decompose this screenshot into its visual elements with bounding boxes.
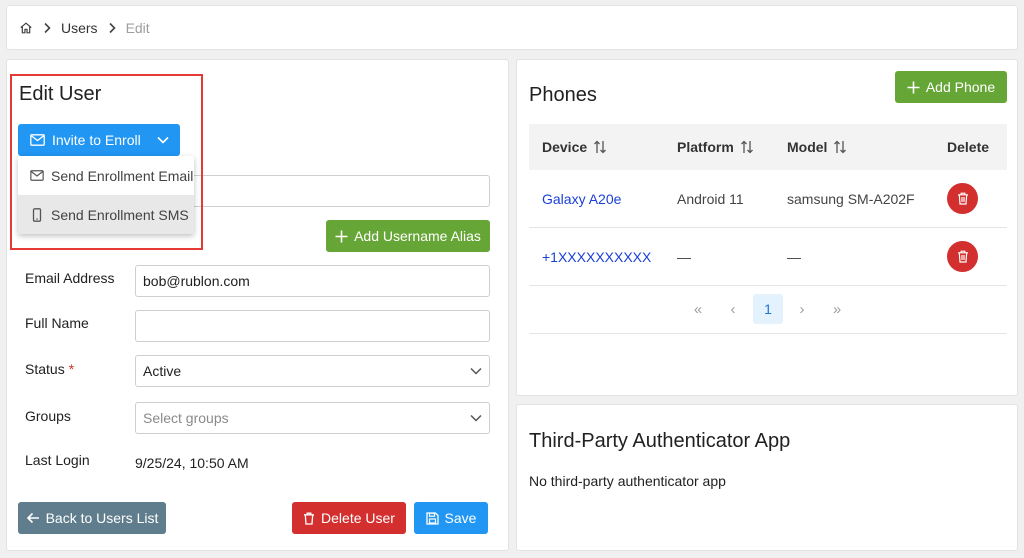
- delete-phone-button[interactable]: [947, 241, 978, 272]
- third-party-empty-text: No third-party authenticator app: [529, 473, 726, 489]
- column-platform[interactable]: Platform: [677, 139, 754, 155]
- delete-user-button[interactable]: Delete User: [292, 502, 406, 534]
- last-login-label: Last Login: [25, 452, 90, 468]
- plus-icon: [907, 81, 920, 94]
- save-button[interactable]: Save: [414, 502, 488, 534]
- table-row: Galaxy A20e Android 11 samsung SM-A202F: [529, 170, 1007, 228]
- save-icon: [425, 511, 439, 525]
- chevron-down-icon[interactable]: [146, 124, 180, 156]
- breadcrumb-users[interactable]: Users: [61, 20, 98, 36]
- save-label: Save: [444, 510, 477, 526]
- breadcrumb: Users Edit: [6, 5, 1018, 50]
- column-model-label: Model: [787, 139, 828, 155]
- phones-card: Phones Add Phone Device Platform Model D…: [516, 59, 1018, 396]
- send-enrollment-email-item[interactable]: Send Enrollment Email: [18, 156, 194, 195]
- status-value: Active: [143, 363, 182, 379]
- column-device-label: Device: [542, 139, 588, 155]
- invite-main[interactable]: Invite to Enroll: [18, 124, 146, 156]
- full-name-field[interactable]: [135, 310, 490, 342]
- chevron-right-icon: [107, 22, 117, 34]
- column-delete: Delete: [947, 139, 990, 155]
- invite-dropdown-menu: Send Enrollment Email Send Enrollment SM…: [18, 156, 194, 234]
- add-alias-label: Add Username Alias: [354, 228, 481, 244]
- column-device[interactable]: Device: [542, 139, 607, 155]
- status-label: Status *: [25, 361, 74, 377]
- groups-placeholder: Select groups: [143, 410, 229, 426]
- prev-page-button[interactable]: ‹: [718, 294, 748, 324]
- last-login-value: 9/25/24, 10:50 AM: [135, 455, 249, 471]
- phones-title: Phones: [529, 84, 597, 106]
- home-icon[interactable]: [19, 21, 33, 35]
- arrow-left-icon: [26, 512, 40, 524]
- status-label-text: Status: [25, 361, 65, 377]
- device-link[interactable]: +1XXXXXXXXXX: [542, 249, 651, 265]
- dropdown-item-label: Send Enrollment SMS: [51, 206, 189, 223]
- groups-select[interactable]: Select groups: [135, 402, 490, 434]
- last-page-button[interactable]: »: [822, 294, 852, 324]
- back-to-users-list-button[interactable]: Back to Users List: [18, 502, 166, 534]
- email-value: bob@rublon.com: [143, 273, 250, 289]
- trash-icon: [957, 192, 969, 205]
- invite-label: Invite to Enroll: [52, 132, 141, 148]
- pagination: « ‹ 1 › »: [529, 286, 1007, 334]
- delete-label: Delete User: [321, 510, 395, 526]
- plus-icon: [335, 230, 348, 243]
- next-page-button[interactable]: ›: [787, 294, 817, 324]
- third-party-title: Third-Party Authenticator App: [529, 430, 791, 452]
- chevron-down-icon: [470, 367, 482, 375]
- first-page-button[interactable]: «: [683, 294, 713, 324]
- add-phone-label: Add Phone: [925, 79, 996, 95]
- platform-cell: —: [677, 248, 691, 265]
- sort-icon: [740, 140, 754, 154]
- model-cell: samsung SM-A202F: [787, 190, 915, 207]
- dropdown-item-label: Send Enrollment Email: [51, 167, 194, 184]
- sort-icon: [833, 140, 847, 154]
- column-platform-label: Platform: [677, 139, 734, 155]
- chevron-right-icon: [42, 22, 52, 34]
- trash-icon: [957, 250, 969, 263]
- back-label: Back to Users List: [45, 510, 159, 526]
- breadcrumb-edit: Edit: [125, 19, 150, 36]
- add-username-alias-button[interactable]: Add Username Alias: [326, 220, 490, 252]
- page-title: Edit User: [19, 83, 102, 105]
- invite-to-enroll-button[interactable]: Invite to Enroll: [18, 124, 180, 156]
- add-phone-button[interactable]: Add Phone: [895, 71, 1007, 103]
- phone-icon: [30, 207, 44, 222]
- status-select[interactable]: Active: [135, 355, 490, 387]
- send-enrollment-sms-item[interactable]: Send Enrollment SMS: [18, 195, 194, 234]
- edit-user-card: Edit User Invite to Enroll Send Enrollme…: [6, 59, 509, 551]
- model-cell: —: [787, 248, 801, 265]
- trash-icon: [303, 512, 315, 525]
- phones-table-header: Device Platform Model Delete: [529, 124, 1007, 170]
- sort-icon: [593, 140, 607, 154]
- mail-icon: [30, 170, 44, 181]
- device-link[interactable]: Galaxy A20e: [542, 191, 621, 207]
- email-field[interactable]: bob@rublon.com: [135, 265, 490, 297]
- required-mark: *: [68, 361, 75, 377]
- column-model[interactable]: Model: [787, 139, 847, 155]
- page-1-button[interactable]: 1: [753, 294, 783, 324]
- third-party-card: Third-Party Authenticator App No third-p…: [516, 404, 1018, 551]
- email-label: Email Address: [25, 270, 115, 286]
- table-row: +1XXXXXXXXXX — —: [529, 228, 1007, 286]
- delete-phone-button[interactable]: [947, 183, 978, 214]
- full-name-label: Full Name: [25, 315, 89, 331]
- groups-label: Groups: [25, 408, 71, 424]
- platform-cell: Android 11: [677, 190, 744, 207]
- mail-icon: [30, 134, 45, 146]
- chevron-down-icon: [470, 414, 482, 422]
